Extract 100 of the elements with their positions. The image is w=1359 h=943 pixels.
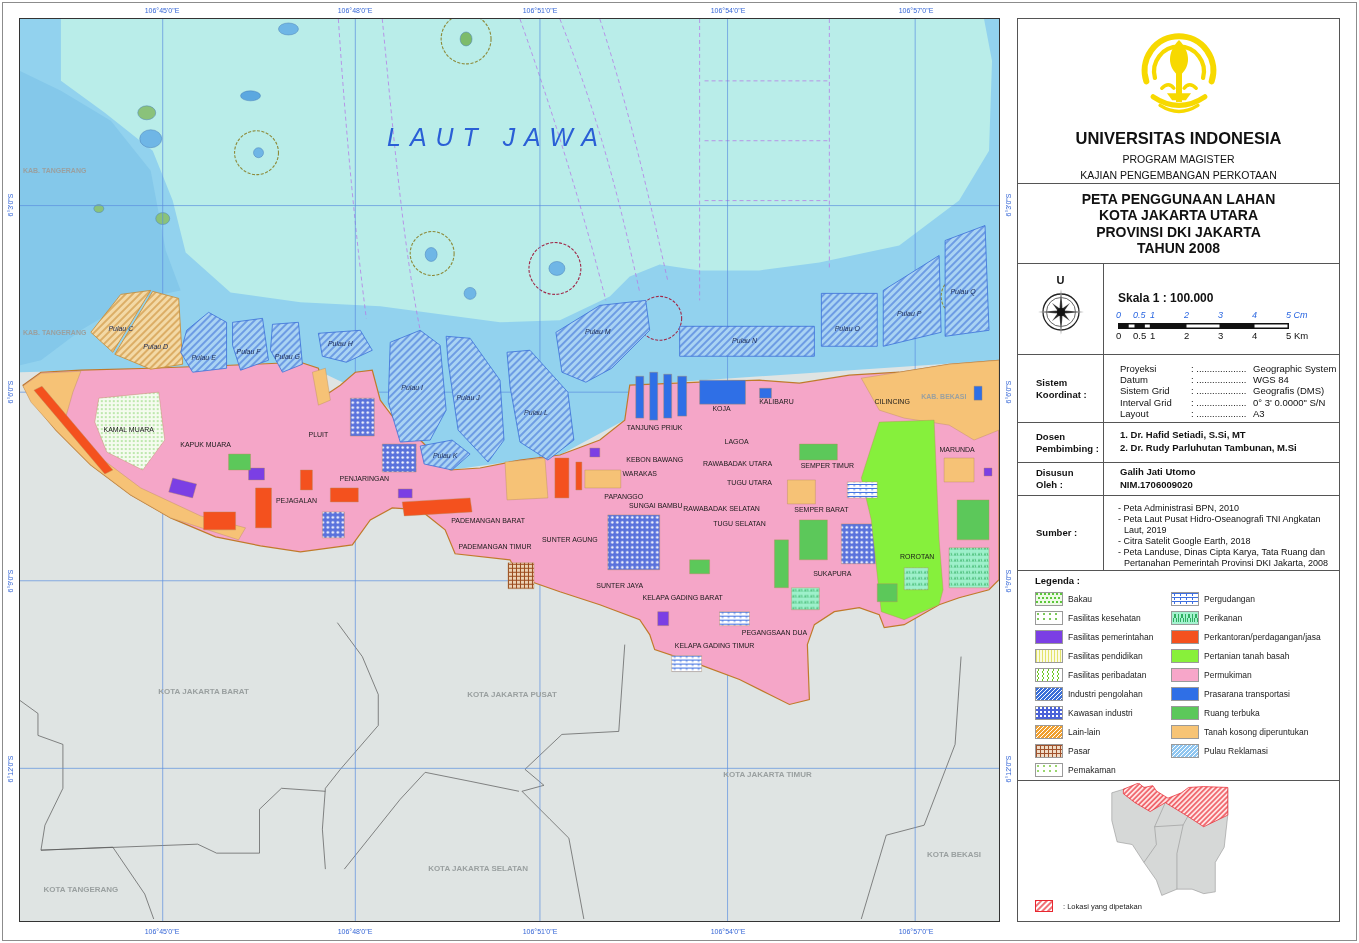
open-space-parcel [877, 583, 898, 602]
legend-label: Pergudangan [1204, 594, 1256, 604]
government-parcel [398, 488, 413, 499]
government-parcel [248, 467, 265, 481]
office-parcel [203, 511, 236, 531]
small-island [253, 147, 264, 158]
open-space-parcel [689, 559, 710, 574]
department-name: KAJIAN PENGEMBANGAN PERKOTAAN [1080, 169, 1277, 181]
dotted-leader: : ................... [1191, 363, 1248, 375]
legend-label: Prasarana transportasi [1204, 689, 1290, 699]
industrial-estate-parcel [350, 397, 375, 437]
sea-label: LAUT JAWA [387, 122, 607, 151]
map-title: PETA PENGGUNAAN LAHAN [1081, 190, 1276, 207]
small-island [548, 261, 566, 276]
small-island [459, 31, 473, 47]
office-parcel [300, 469, 313, 491]
vacant-land-parcel [584, 469, 621, 489]
source-item: - Citra Satelit Google Earth, 2018 [1118, 536, 1252, 547]
legend-label: Pulau Reklamasi [1204, 746, 1268, 756]
anchorage-ring [409, 231, 455, 276]
anchorage-ring [234, 130, 280, 176]
port-parcel [677, 376, 687, 417]
scale-km-label: 2 [1184, 331, 1190, 341]
coordinate-field-value: 0° 3' 0.0000" S/N [1253, 396, 1327, 408]
open-space-parcel [228, 453, 251, 471]
anchorage-ring [528, 241, 582, 295]
anchorage-ring [440, 18, 492, 65]
port-parcel [973, 386, 983, 401]
scale-km-label: 5 Km [1286, 331, 1309, 341]
fishery-parcel [948, 547, 990, 588]
vacant-land-parcel [943, 457, 975, 483]
fishery-parcel [904, 567, 929, 590]
source-item: - Peta Administrasi BPN, 2010 [1118, 503, 1241, 514]
person-name: 1. Dr. Hafid Setiadi, S.Si, MT [1119, 429, 1247, 442]
coordinate-field-value: WGS 84 [1253, 374, 1290, 386]
scale-cm-label: 0 [1116, 310, 1121, 320]
warehouse-parcel [719, 611, 750, 626]
legend-label: Permukiman [1204, 670, 1252, 680]
small-island [93, 204, 105, 213]
port-parcel [759, 388, 772, 399]
dotted-leader: : ................... [1191, 396, 1248, 408]
open-space-parcel [799, 443, 838, 461]
port-parcel [635, 376, 644, 419]
scale-cm-label: 0.5 [1133, 310, 1146, 320]
source-item: - Peta Laut Pusat Hidro-Oseanografi TNI Angkatan Laut, 2019 [1118, 514, 1322, 536]
legend-label: Fasilitas kesehatan [1068, 613, 1141, 623]
legend-label: Fasilitas peribadatan [1068, 670, 1147, 680]
office-parcel [402, 497, 473, 517]
legend-label: Tanah kosong diperuntukan [1204, 727, 1309, 737]
coordinate-field-label: Layout [1120, 407, 1150, 419]
region-label: KOTA TANGERANG [43, 885, 119, 895]
legend-label: Perikanan [1204, 613, 1243, 623]
scale-cm-label: 1 [1150, 310, 1155, 320]
office-parcel [330, 487, 359, 503]
scale-km-label: 1 [1150, 331, 1156, 341]
open-space-parcel [774, 539, 789, 588]
coordinate-field-label: Sistem Grid [1120, 385, 1171, 397]
region-label: KOTA JAKARTA PUSAT [467, 690, 557, 700]
legend-label: Perkantoran/perdagangan/jasa [1204, 632, 1321, 642]
legend-label: Pemakaman [1068, 765, 1116, 775]
scale-km-label: 4 [1252, 331, 1258, 341]
legend-label: Pasar [1068, 746, 1091, 756]
coordinate-field-label: Datum [1120, 374, 1149, 386]
person-name: Galih Jati Utomo [1119, 466, 1197, 479]
port-parcel [649, 372, 658, 421]
legend-label: Bakau [1068, 594, 1093, 604]
legend-label: Pertanian tanah basah [1204, 651, 1290, 661]
port-parcel [699, 380, 746, 405]
source-item: - Peta Landuse, Dinas Cipta Karya, Tata Ruang dan Pertanahan Pemerintah Provinsi DKI Jakarta, 2008 [1118, 547, 1330, 569]
industrial-estate-parcel [322, 511, 345, 539]
dotted-leader: : ................... [1191, 374, 1248, 386]
small-island [155, 212, 170, 225]
office-parcel [554, 457, 570, 499]
legend-label: Fasilitas pemerintahan [1068, 632, 1154, 642]
small-island [463, 287, 477, 300]
scale-cm-label: 3 [1218, 310, 1223, 320]
legend-label: Kawasan industri [1068, 708, 1133, 718]
legend-label: Lain-lain [1068, 727, 1101, 737]
person-name: NIM.1706009020 [1119, 478, 1194, 491]
legend-label: Ruang terbuka [1204, 708, 1260, 718]
vacant-land-parcel [787, 479, 816, 505]
office-parcel [575, 461, 583, 491]
small-island [240, 90, 261, 102]
section-label: Sumber : [1036, 527, 1079, 539]
government-parcel [983, 467, 993, 477]
scale-cm-label: 5 Cm [1286, 310, 1308, 320]
government-parcel [657, 611, 669, 626]
north-label: U [1056, 274, 1065, 286]
scale-km-label: 3 [1218, 331, 1224, 341]
program-name: PROGRAM MAGISTER [1122, 153, 1235, 165]
map-title: TAHUN 2008 [1137, 240, 1220, 257]
small-island [278, 22, 299, 36]
region-label: KOTA BEKASI [927, 850, 982, 860]
section-label: Sistem Koordinat : [1036, 376, 1088, 401]
legend-title: Legenda : [1035, 575, 1081, 587]
small-island [139, 129, 162, 148]
scale-km-label: 0 [1116, 331, 1122, 341]
government-parcel [168, 477, 197, 499]
map-title: KOTA JAKARTA UTARA [1098, 207, 1259, 224]
coordinate-field-value: A3 [1253, 407, 1266, 419]
